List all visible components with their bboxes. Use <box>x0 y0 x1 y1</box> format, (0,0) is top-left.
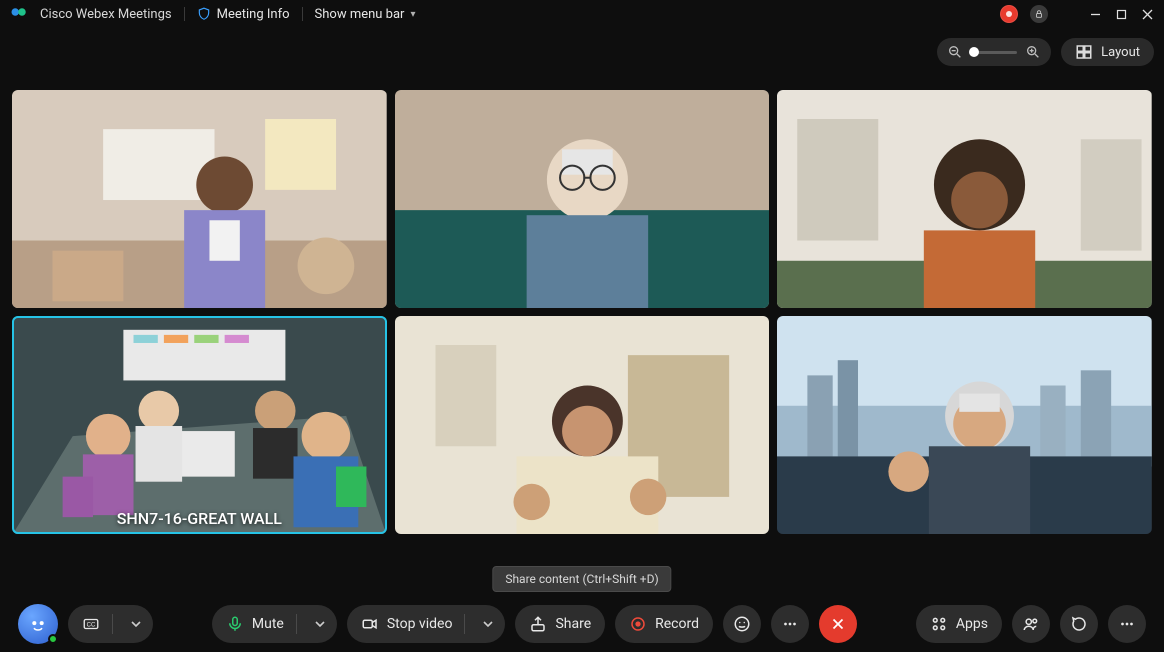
meeting-info-label: Meeting Info <box>217 7 290 22</box>
zoom-out-icon <box>947 44 963 60</box>
separator <box>302 7 303 21</box>
reactions-button[interactable] <box>723 605 761 643</box>
title-bar: Cisco Webex Meetings Meeting Info Show m… <box>0 0 1164 28</box>
chevron-down-icon[interactable] <box>309 619 331 629</box>
apps-button[interactable]: Apps <box>916 605 1002 643</box>
share-tooltip: Share content (Ctrl+Shift +D) <box>492 566 671 592</box>
video-tile[interactable] <box>395 90 770 308</box>
separator <box>184 7 185 21</box>
layout-button[interactable]: Layout <box>1061 38 1154 66</box>
more-icon <box>1118 615 1136 633</box>
share-icon <box>529 615 547 633</box>
chevron-down-icon[interactable] <box>125 619 147 629</box>
zoom-slider[interactable] <box>971 51 1017 54</box>
close-button[interactable] <box>1140 7 1154 21</box>
share-button[interactable]: Share <box>515 605 605 643</box>
zoom-control[interactable] <box>937 38 1051 66</box>
record-icon <box>629 615 647 633</box>
stop-video-button[interactable]: Stop video <box>347 605 506 643</box>
meeting-info-button[interactable]: Meeting Info <box>197 7 290 22</box>
participants-button[interactable] <box>1012 605 1050 643</box>
lock-indicator[interactable] <box>1030 5 1048 23</box>
view-controls: Layout <box>937 38 1154 66</box>
show-menu-bar-button[interactable]: Show menu bar ▾ <box>315 7 416 22</box>
chevron-down-icon[interactable] <box>477 619 499 629</box>
meeting-controls: CC Mute Stop video Share Record <box>0 596 1164 652</box>
app-title: Cisco Webex Meetings <box>40 7 172 22</box>
minimize-button[interactable] <box>1088 7 1102 21</box>
layout-icon <box>1075 43 1093 61</box>
captions-button[interactable]: CC <box>68 605 153 643</box>
svg-text:CC: CC <box>87 623 96 629</box>
video-tile[interactable] <box>777 90 1152 308</box>
recording-indicator[interactable] <box>1000 5 1018 23</box>
tile-label: SHN7-16-GREAT WALL <box>12 509 387 528</box>
camera-icon <box>361 615 379 633</box>
smile-icon <box>733 615 751 633</box>
more-icon <box>781 615 799 633</box>
share-label: Share <box>555 616 591 632</box>
participants-icon <box>1022 615 1040 633</box>
stop-video-label: Stop video <box>387 616 453 632</box>
video-tile[interactable] <box>12 90 387 308</box>
apps-label: Apps <box>956 616 988 632</box>
chat-button[interactable] <box>1060 605 1098 643</box>
record-label: Record <box>655 616 699 632</box>
chat-icon <box>1070 615 1088 633</box>
assistant-button[interactable] <box>18 604 58 644</box>
more-options-button[interactable] <box>771 605 809 643</box>
status-dot-icon <box>48 634 58 644</box>
menu-bar-label: Show menu bar <box>315 7 405 22</box>
video-tile[interactable] <box>395 316 770 534</box>
video-tile[interactable] <box>777 316 1152 534</box>
zoom-in-icon <box>1025 44 1041 60</box>
video-grid: SHN7-16-GREAT WALL <box>12 90 1152 534</box>
layout-label: Layout <box>1101 45 1140 60</box>
maximize-button[interactable] <box>1114 7 1128 21</box>
chevron-down-icon: ▾ <box>410 9 415 20</box>
panel-options-button[interactable] <box>1108 605 1146 643</box>
end-meeting-button[interactable] <box>819 605 857 643</box>
record-button[interactable]: Record <box>615 605 713 643</box>
microphone-icon <box>226 615 244 633</box>
mute-label: Mute <box>252 616 284 632</box>
webex-logo-icon <box>10 3 28 25</box>
shield-icon <box>197 7 211 21</box>
mute-button[interactable]: Mute <box>212 605 337 643</box>
apps-icon <box>930 615 948 633</box>
cc-icon: CC <box>82 615 100 633</box>
video-tile[interactable]: SHN7-16-GREAT WALL <box>12 316 387 534</box>
close-icon <box>829 615 847 633</box>
